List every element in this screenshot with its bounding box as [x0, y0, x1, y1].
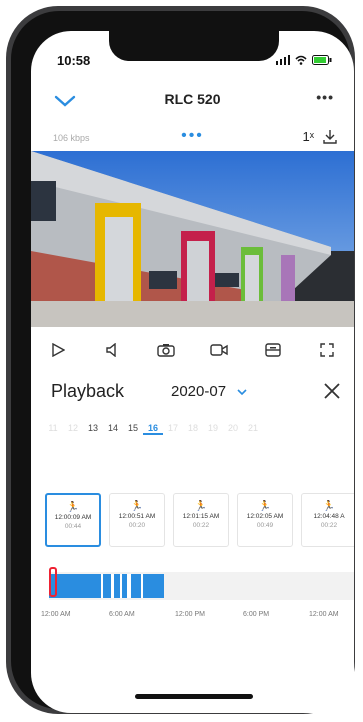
day-item[interactable]: 14 — [103, 423, 123, 435]
day-item[interactable]: 12 — [63, 423, 83, 435]
day-item[interactable]: 11 — [43, 423, 63, 435]
day-item[interactable]: 18 — [183, 423, 203, 435]
more-button[interactable]: ••• — [316, 89, 334, 105]
timeline-label: 6:00 AM — [109, 611, 135, 618]
camera-snapshot-icon[interactable] — [154, 338, 178, 362]
status-time: 10:58 — [57, 53, 91, 68]
status-bar: 10:58 — [31, 53, 354, 73]
person-running-icon: 🏃 — [258, 501, 272, 512]
clip-card[interactable]: 🏃 12:00:51 AM 00:20 — [109, 493, 165, 547]
clip-time: 12:00:51 AM — [118, 513, 156, 520]
page-title: RLC 520 — [164, 91, 221, 107]
clip-time: 12:01:15 AM — [182, 513, 220, 520]
timeline-cursor[interactable] — [49, 567, 57, 597]
fullscreen-icon[interactable] — [315, 338, 339, 362]
timeline-label: 6:00 PM — [243, 611, 270, 618]
battery-icon — [312, 55, 332, 65]
clip-list: 🏃 12:00:09 AM 00:44 🏃 12:00:51 AM 00:20 🏃 12:01… — [45, 493, 354, 547]
clip-duration: 00:20 — [128, 522, 146, 529]
day-item[interactable]: 21 — [243, 423, 263, 435]
person-running-icon: 🏃 — [130, 501, 144, 512]
clip-duration: 00:22 — [192, 522, 210, 529]
timeline-label: 12:00 AM — [309, 611, 339, 618]
clip-time: 12:02:05 AM — [246, 513, 284, 520]
phone-frame: 10:58 RLC 520 ••• 106 kbps ••• 1ˣ Playba… — [6, 6, 355, 714]
clip-card[interactable]: 🏃 12:04:48 A 00:22 — [301, 493, 354, 547]
video-view[interactable] — [31, 151, 354, 327]
day-item[interactable]: 13 — [83, 423, 103, 435]
month-selector[interactable]: 2020-07 — [171, 383, 226, 400]
day-item[interactable]: 19 — [203, 423, 223, 435]
timeline-track[interactable] — [49, 572, 354, 600]
header: RLC 520 ••• — [31, 87, 354, 123]
day-item[interactable]: 15 — [123, 423, 143, 435]
phone-bezel: 10:58 RLC 520 ••• 106 kbps ••• 1ˣ Playba… — [11, 11, 354, 713]
clip-time: 12:04:48 A — [313, 513, 345, 520]
timeline-recordings — [49, 574, 164, 598]
timeline-label: 12:00 AM — [41, 611, 71, 618]
clip-duration: 00:49 — [256, 522, 274, 529]
signal-icon — [276, 55, 290, 65]
play-button[interactable] — [46, 338, 70, 362]
mute-button[interactable] — [100, 338, 124, 362]
person-running-icon: 🏃 — [66, 502, 80, 513]
video-toolbar: 106 kbps ••• 1ˣ — [31, 127, 354, 149]
clip-duration: 00:22 — [320, 522, 338, 529]
playback-title: Playback — [51, 381, 125, 401]
wifi-icon — [295, 55, 307, 65]
day-strip: 11 12 13 14 15 16 17 18 19 20 21 — [43, 423, 263, 435]
playback-controls — [31, 333, 354, 367]
close-icon[interactable] — [322, 381, 342, 401]
clip-card[interactable]: 🏃 12:02:05 AM 00:49 — [237, 493, 293, 547]
storage-icon[interactable] — [261, 338, 285, 362]
app-screen: 10:58 RLC 520 ••• 106 kbps ••• 1ˣ Playba… — [31, 31, 354, 713]
playback-speed-button[interactable]: 1ˣ — [303, 129, 315, 144]
chevron-down-icon[interactable] — [236, 387, 248, 397]
day-item[interactable]: 20 — [223, 423, 243, 435]
day-item[interactable]: 16 — [143, 423, 163, 435]
download-icon[interactable] — [322, 129, 338, 145]
clip-card[interactable]: 🏃 12:00:09 AM 00:44 — [45, 493, 101, 547]
record-video-icon[interactable] — [207, 338, 231, 362]
clip-duration: 00:44 — [64, 523, 82, 530]
timeline-label: 12:00 PM — [175, 611, 205, 618]
person-running-icon: 🏃 — [194, 501, 208, 512]
clip-time: 12:00:09 AM — [54, 514, 92, 521]
person-running-icon: 🏃 — [322, 501, 336, 512]
day-item[interactable]: 17 — [163, 423, 183, 435]
status-icons — [276, 55, 332, 65]
camera-feed-image — [31, 151, 354, 327]
home-indicator — [135, 694, 253, 699]
clip-card[interactable]: 🏃 12:01:15 AM 00:22 — [173, 493, 229, 547]
